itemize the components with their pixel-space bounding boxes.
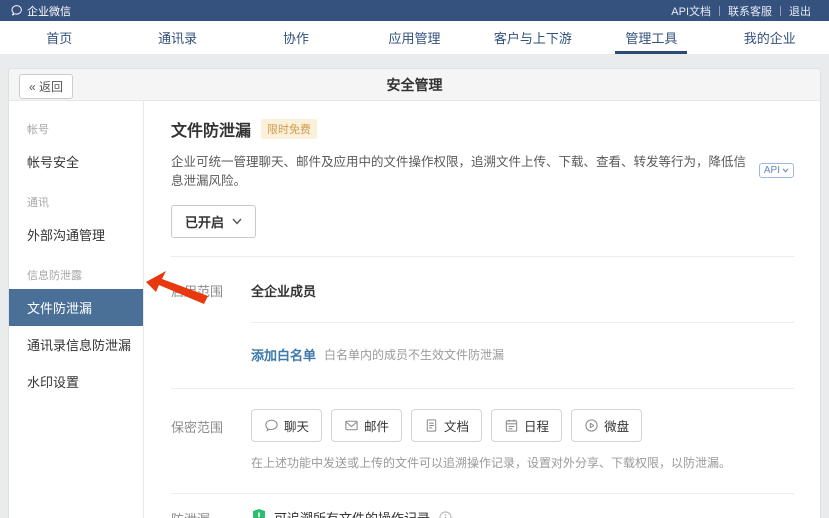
- chip-label: 聊天: [284, 416, 309, 435]
- chat-icon: [264, 418, 279, 433]
- scope-label: 启用范围: [171, 281, 251, 300]
- wecom-logo-icon: [10, 4, 23, 17]
- whitelist-row: 添加白名单 白名单内的成员不生效文件防泄漏: [251, 323, 794, 388]
- sidebar-item-file-leak-prevention[interactable]: 文件防泄漏: [9, 289, 143, 326]
- chip-mail[interactable]: 邮件: [331, 409, 402, 442]
- add-whitelist-link[interactable]: 添加白名单: [251, 345, 316, 364]
- sidebar-heading-info-leak-prevention: 信息防泄露: [9, 253, 143, 289]
- chip-calendar[interactable]: 日程: [491, 409, 562, 442]
- card-body: 帐号 帐号安全 通讯 外部沟通管理 信息防泄露 文件防泄漏 通讯录信息防泄漏 水…: [9, 101, 820, 518]
- nav-item-home[interactable]: 首页: [0, 21, 118, 54]
- nav-item-my-company[interactable]: 我的企业: [711, 21, 829, 54]
- nav-item-collaboration[interactable]: 协作: [237, 21, 355, 54]
- api-docs-link[interactable]: API文档: [663, 3, 719, 19]
- back-button[interactable]: « 返回: [19, 74, 73, 99]
- scope-value: 全企业成员: [251, 281, 316, 300]
- brand-label: 企业微信: [27, 3, 71, 19]
- topbar-links: API文档 联系客服 退出: [663, 3, 819, 19]
- status-dropdown[interactable]: 已开启: [171, 205, 256, 238]
- prevention-item: 可追溯所有文件的操作记录: [251, 508, 794, 518]
- scope-section: 启用范围 全企业成员 添加白名单 白名单内的成员不生效文件防泄漏: [171, 257, 794, 388]
- prevention-label: 防泄漏: [171, 508, 251, 518]
- feature-title: 文件防泄漏: [171, 117, 251, 141]
- page: « 返回 安全管理 帐号 帐号安全 通讯 外部沟通管理 信息防泄露 文件防泄漏 …: [0, 55, 829, 518]
- nav-item-admin-tools[interactable]: 管理工具: [592, 21, 710, 54]
- chip-chat[interactable]: 聊天: [251, 409, 322, 442]
- brand: 企业微信: [10, 3, 71, 19]
- info-icon[interactable]: [439, 511, 452, 518]
- whitelist-note: 白名单内的成员不生效文件防泄漏: [324, 346, 504, 363]
- sidebar: 帐号 帐号安全 通讯 外部沟通管理 信息防泄露 文件防泄漏 通讯录信息防泄漏 水…: [9, 101, 144, 518]
- chip-label: 邮件: [364, 416, 389, 435]
- nav-item-customers[interactable]: 客户与上下游: [474, 21, 592, 54]
- wedrive-icon: [584, 418, 599, 433]
- prevention-text: 可追溯所有文件的操作记录: [274, 508, 430, 518]
- secrecy-chips: 聊天 邮件: [251, 409, 794, 442]
- main-nav: 首页 通讯录 协作 应用管理 客户与上下游 管理工具 我的企业: [0, 21, 829, 55]
- description-row: 企业可统一管理聊天、邮件及应用中的文件操作权限，追溯文件上传、下载、查看、转发等…: [171, 151, 794, 189]
- calendar-icon: [504, 418, 519, 433]
- secrecy-label: 保密范围: [171, 409, 251, 436]
- secrecy-note: 在上述功能中发送或上传的文件可以追溯操作记录，设置对外分享、下载权限，以防泄漏。: [251, 454, 794, 471]
- chip-document[interactable]: 文档: [411, 409, 482, 442]
- chip-label: 日程: [524, 416, 549, 435]
- shield-icon: [251, 508, 267, 518]
- api-dropdown-label: API: [764, 165, 780, 176]
- nav-item-app-management[interactable]: 应用管理: [355, 21, 473, 54]
- chevron-down-icon: [782, 168, 789, 173]
- logout-link[interactable]: 退出: [781, 3, 819, 19]
- api-dropdown-button[interactable]: API: [759, 163, 794, 178]
- sidebar-item-contacts-leak-prevention[interactable]: 通讯录信息防泄漏: [9, 326, 143, 363]
- sidebar-item-account-security[interactable]: 帐号安全: [9, 143, 143, 180]
- sidebar-item-watermark-settings[interactable]: 水印设置: [9, 363, 143, 400]
- prevention-section: 防泄漏 可追溯所有文件的操作记录: [171, 494, 794, 518]
- content: 文件防泄漏 限时免费 企业可统一管理聊天、邮件及应用中的文件操作权限，追溯文件上…: [144, 101, 820, 518]
- chip-label: 微盘: [604, 416, 629, 435]
- contact-support-link[interactable]: 联系客服: [720, 3, 780, 19]
- limited-free-badge: 限时免费: [261, 119, 317, 139]
- feature-description: 企业可统一管理聊天、邮件及应用中的文件操作权限，追溯文件上传、下载、查看、转发等…: [171, 151, 749, 189]
- sidebar-heading-communication: 通讯: [9, 180, 143, 216]
- sidebar-heading-account: 帐号: [9, 107, 143, 143]
- topbar: 企业微信 API文档 联系客服 退出: [0, 0, 829, 21]
- secrecy-section: 保密范围 聊天: [171, 389, 794, 493]
- chip-wedrive[interactable]: 微盘: [571, 409, 642, 442]
- title-row: 文件防泄漏 限时免费: [171, 117, 794, 141]
- chip-label: 文档: [444, 416, 469, 435]
- document-icon: [424, 418, 439, 433]
- card-header: « 返回 安全管理: [9, 69, 820, 101]
- sidebar-item-external-communication[interactable]: 外部沟通管理: [9, 216, 143, 253]
- mail-icon: [344, 418, 359, 433]
- status-dropdown-label: 已开启: [185, 212, 224, 231]
- security-management-card: « 返回 安全管理 帐号 帐号安全 通讯 外部沟通管理 信息防泄露 文件防泄漏 …: [8, 68, 821, 518]
- nav-item-contacts[interactable]: 通讯录: [118, 21, 236, 54]
- page-title: 安全管理: [387, 75, 443, 95]
- chevron-down-icon: [232, 218, 242, 225]
